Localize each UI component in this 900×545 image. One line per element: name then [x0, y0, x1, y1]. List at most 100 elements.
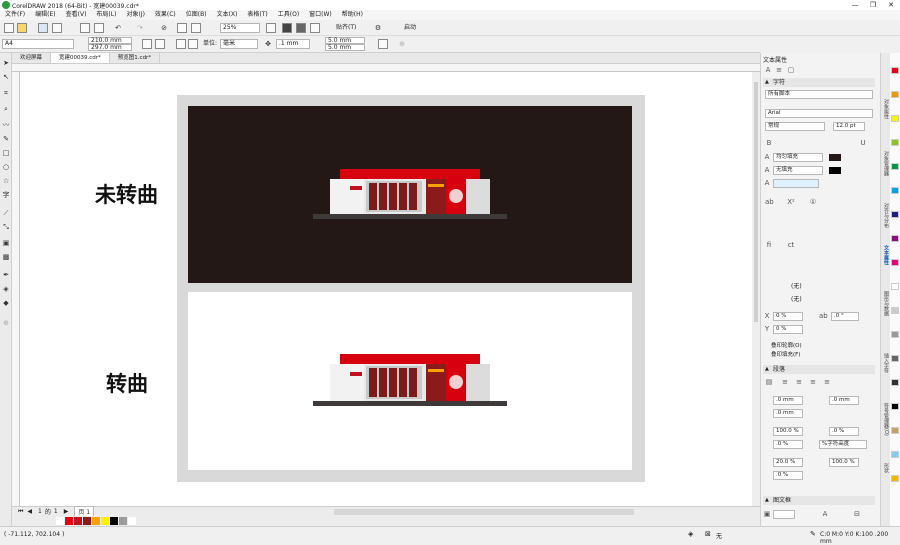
font-select[interactable]: Arial	[765, 109, 873, 118]
script-select[interactable]: 所有脚本	[765, 90, 873, 99]
color-strip-swatch[interactable]	[891, 211, 899, 218]
menu-help[interactable]: 帮助(H)	[337, 10, 368, 20]
print-icon[interactable]	[52, 23, 62, 33]
character-section-header[interactable]: 字符	[763, 78, 875, 87]
new-document-icon[interactable]	[4, 23, 14, 33]
bold-icon[interactable]: B	[765, 139, 773, 147]
color-strip-swatch[interactable]	[891, 331, 899, 338]
add-tool-icon[interactable]: ⊕	[2, 319, 10, 327]
space-before-field[interactable]: 100.0 %	[773, 427, 803, 436]
align-none-icon[interactable]: ▤	[765, 378, 773, 386]
text-fill-type-select[interactable]: 均匀填充	[773, 153, 823, 162]
next-page-icon[interactable]: ▶	[64, 508, 69, 515]
tab-document-active[interactable]: 宽建00039.cdr*	[51, 53, 110, 63]
nudge-distance-field[interactable]: .1 mm	[276, 39, 310, 49]
menu-edit[interactable]: 编辑(E)	[30, 10, 60, 20]
export-icon[interactable]	[191, 23, 201, 33]
side-tab-object-properties[interactable]: 对象属性	[882, 99, 890, 119]
overprint-outline-checkbox[interactable]: 叠印轮廓(O)	[771, 341, 802, 349]
left-indent-field[interactable]: .0 mm	[773, 396, 803, 405]
stylistic-icon[interactable]: ct	[787, 241, 795, 249]
page-width-field[interactable]: 210.0 mm	[88, 37, 132, 44]
color-strip-swatch[interactable]	[891, 187, 899, 194]
menu-text[interactable]: 文本(X)	[212, 10, 243, 20]
frame-fill-select[interactable]	[773, 510, 795, 519]
side-tab-text-properties[interactable]: 文本属性	[882, 245, 890, 265]
treat-as-filled-icon[interactable]	[378, 39, 388, 49]
right-indent-field[interactable]: .0 mm	[773, 409, 803, 418]
color-strip-swatch[interactable]	[891, 139, 899, 146]
transparency-tool-icon[interactable]: ▩	[2, 253, 10, 261]
freehand-tool-icon[interactable]: 〰	[2, 121, 10, 129]
scrollbar-thumb[interactable]	[754, 82, 758, 322]
menu-view[interactable]: 查看(V)	[61, 10, 92, 20]
duplicate-x-field[interactable]: 5.0 mm	[325, 37, 365, 44]
page-height-field[interactable]: 297.0 mm	[88, 44, 132, 51]
polygon-tool-icon[interactable]: ☆	[2, 177, 10, 185]
char-spacing-field[interactable]: 20.0 %	[773, 458, 803, 467]
font-style-select[interactable]: 常规	[765, 122, 825, 131]
tab-preview[interactable]: 预览图1.cdr*	[110, 53, 161, 63]
align-center-icon[interactable]: ≡	[795, 378, 803, 386]
eyedropper-tool-icon[interactable]: ✒	[2, 271, 10, 279]
side-tab-insert-char[interactable]: 插入字符	[882, 353, 890, 373]
show-rulers-icon[interactable]	[282, 23, 292, 33]
fraction-icon[interactable]: fi	[765, 241, 773, 249]
ordinal-icon[interactable]: ①	[809, 198, 817, 206]
menu-tools[interactable]: 工具(O)	[273, 10, 304, 20]
save-icon[interactable]	[38, 23, 48, 33]
underline-icon[interactable]: U	[859, 139, 867, 147]
add-frame-icon[interactable]: ⊕	[398, 40, 406, 48]
frame-text-icon[interactable]: A	[821, 510, 829, 518]
minimize-button[interactable]: —	[848, 0, 862, 10]
crop-tool-icon[interactable]: ⌗	[2, 89, 10, 97]
palette-swatch[interactable]	[110, 517, 118, 525]
import-icon[interactable]	[177, 23, 187, 33]
ellipse-tool-icon[interactable]: ○	[2, 163, 10, 171]
background-color-swatch[interactable]	[829, 167, 841, 174]
current-page-icon[interactable]	[188, 39, 198, 49]
drawing-canvas[interactable]: 未转曲 转曲	[20, 72, 752, 506]
color-strip-swatch[interactable]	[891, 259, 899, 266]
font-size-field[interactable]: 12.0 pt	[833, 122, 865, 131]
full-screen-icon[interactable]	[266, 23, 276, 33]
color-strip-swatch[interactable]	[891, 355, 899, 362]
zoom-tool-icon[interactable]: ⌕	[2, 105, 10, 113]
color-strip-swatch[interactable]	[891, 379, 899, 386]
drop-shadow-icon[interactable]: ▣	[2, 239, 10, 247]
show-guidelines-icon[interactable]	[310, 23, 320, 33]
color-strip-swatch[interactable]	[891, 307, 899, 314]
menu-object[interactable]: 对象(J)	[121, 10, 149, 20]
horizontal-ruler[interactable]	[12, 64, 760, 72]
stroke-none-2[interactable]: (无)	[791, 294, 802, 303]
y-offset-field[interactable]: 0 %	[773, 325, 803, 334]
smart-fill-icon[interactable]: ◆	[2, 299, 10, 307]
paragraph-section-header[interactable]: 段落	[763, 365, 875, 374]
color-strip-swatch[interactable]	[891, 91, 899, 98]
menu-file[interactable]: 文件(F)	[0, 10, 30, 20]
first-line-indent-field[interactable]: .0 mm	[829, 396, 859, 405]
menu-window[interactable]: 窗口(W)	[304, 10, 337, 20]
portrait-icon[interactable]	[142, 39, 152, 49]
side-tab-object-manager[interactable]: 对象管理器	[882, 151, 890, 176]
paste-icon[interactable]	[94, 23, 104, 33]
palette-swatch[interactable]	[128, 517, 136, 525]
interactive-fill-icon[interactable]: ◈	[2, 285, 10, 293]
superscript-icon[interactable]: X²	[787, 198, 795, 206]
palette-swatch[interactable]	[65, 517, 73, 525]
connector-tool-icon[interactable]: ⤡	[2, 223, 10, 231]
word-spacing-field[interactable]: 100.0 %	[829, 458, 859, 467]
zoom-level-select[interactable]: 25%	[220, 23, 260, 33]
prev-page-icon[interactable]: ◀	[27, 508, 32, 515]
vertical-scrollbar[interactable]	[752, 72, 760, 506]
menu-bitmaps[interactable]: 位图(B)	[181, 10, 212, 20]
launch-dropdown[interactable]: 启动	[404, 23, 416, 33]
palette-swatch[interactable]	[119, 517, 127, 525]
page-size-select[interactable]: A4	[2, 39, 74, 49]
shape-tool-icon[interactable]: ↖	[2, 73, 10, 81]
para-panel-icon[interactable]: ≡	[775, 66, 783, 74]
background-fill-select[interactable]: 无填充	[773, 166, 823, 175]
pick-tool-icon[interactable]: ➤	[2, 59, 10, 67]
palette-swatch[interactable]	[83, 517, 91, 525]
overprint-fill-checkbox[interactable]: 叠印填充(F)	[771, 350, 800, 358]
